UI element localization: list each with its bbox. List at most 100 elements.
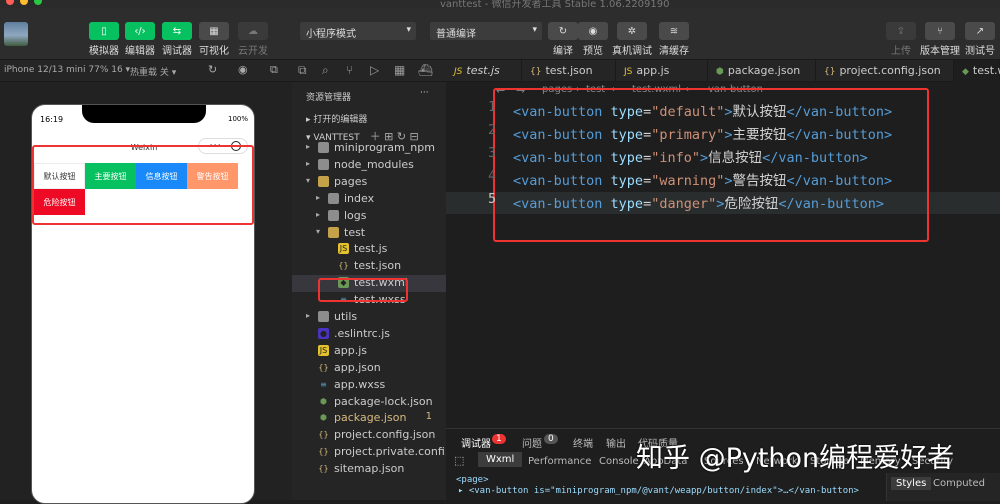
editor-tab[interactable]: JS app.js xyxy=(616,60,708,82)
file-tree-item[interactable]: {} test.json xyxy=(292,258,446,275)
file-tree-item[interactable]: {} sitemap.json xyxy=(292,461,446,478)
phone-icon: ▯ xyxy=(89,22,119,40)
tab-terminal[interactable]: 终端 xyxy=(573,435,593,450)
code-line[interactable]: <van-button type="info">信息按钮</van-button… xyxy=(513,146,868,166)
file-tree-item[interactable]: ▾ test xyxy=(292,225,446,242)
docker-icon[interactable]: ⛴ xyxy=(418,63,433,77)
git-icon[interactable]: ⑂ xyxy=(346,63,353,77)
tab-performance[interactable]: Performance xyxy=(528,456,591,467)
extensions-icon[interactable]: ▦ xyxy=(394,63,405,77)
json-icon: {} xyxy=(318,464,329,474)
chevron-down-icon[interactable]: ▾ xyxy=(306,176,310,185)
stop-icon[interactable]: ◉ xyxy=(238,63,248,76)
close-window-button[interactable] xyxy=(6,0,14,5)
chevron-right-icon[interactable]: ▸ xyxy=(306,142,310,151)
more-icon[interactable]: ··· xyxy=(420,88,429,98)
visual-button[interactable]: ▦ 可视化 xyxy=(192,22,236,57)
editor-tab[interactable]: {} project.config.json xyxy=(816,60,954,82)
folder-icon xyxy=(328,192,339,204)
code-editor[interactable]: 1 <van-button type="default">默认按钮</van-bu… xyxy=(446,88,1000,428)
editor-tabs: JS test.js{} test.json JS app.js ⬢ package.jso… xyxy=(446,60,1000,82)
file-tree-item[interactable]: ▸ utils xyxy=(292,309,446,326)
file-tree-item[interactable]: {} project.private.confi... xyxy=(292,444,446,461)
code-line[interactable]: <van-button type="danger">危险按钮</van-butt… xyxy=(513,192,884,212)
zoom-window-button[interactable] xyxy=(34,0,42,5)
upload-button[interactable]: ⇪ 上传 xyxy=(879,22,923,57)
editor-tab[interactable]: ◆test.w xyxy=(954,60,1000,82)
tab-console[interactable]: Console xyxy=(599,456,639,467)
hotreload-select[interactable]: 热重载 关 ▾ xyxy=(130,65,176,78)
editor-tab[interactable]: JS test.js xyxy=(446,60,522,82)
highlight-box-preview xyxy=(32,145,254,225)
debug-count-badge: 1 xyxy=(492,434,506,444)
real-debug-button[interactable]: ✲ 真机调试 xyxy=(610,22,654,57)
chevron-right-icon[interactable]: ▸ xyxy=(316,210,320,219)
chevron-right-icon[interactable]: ▸ xyxy=(306,159,310,168)
compile-select[interactable]: 普通编译 xyxy=(430,22,542,40)
chevron-right-icon[interactable]: ▸ xyxy=(316,193,320,202)
file-tree-item[interactable]: ⬢ package.json 1 xyxy=(292,410,446,427)
version-button[interactable]: ⑂ 版本管理 xyxy=(918,22,962,57)
chevron-right-icon[interactable]: ▸ xyxy=(306,311,310,320)
layers-icon: ≋ xyxy=(659,22,689,40)
file-tree-item[interactable]: JS test.js xyxy=(292,241,446,258)
upload-icon: ⇪ xyxy=(886,22,916,40)
file-tree-label: app.json xyxy=(334,360,381,374)
file-tree-item[interactable]: ▸ node_modules xyxy=(292,157,446,174)
inspect-icon[interactable]: ⬚ xyxy=(454,454,464,467)
file-tree-item[interactable]: JS app.js xyxy=(292,343,446,360)
folder-icon xyxy=(328,209,339,221)
tab-issues[interactable]: 问题 xyxy=(522,435,542,450)
open-editors-section[interactable]: ▸ 打开的编辑器 xyxy=(306,112,367,125)
line-number: 5 xyxy=(488,192,496,207)
dom-page-node[interactable]: <page> xyxy=(456,475,489,485)
tab-styles[interactable]: Styles xyxy=(891,477,932,490)
mode-select[interactable]: 小程序模式 xyxy=(300,22,416,40)
file-tree-item[interactable]: ▸ miniprogram_npm xyxy=(292,140,446,157)
file-tree-item[interactable]: {} app.json xyxy=(292,360,446,377)
styles-pane: Styles Computed xyxy=(886,473,1000,501)
json-icon: {} xyxy=(318,362,329,372)
window-title: vanttest - 微信开发者工具 Stable 1.06.2209190 xyxy=(440,0,670,8)
code-line[interactable]: <van-button type="default">默认按钮</van-but… xyxy=(513,100,892,120)
minimize-window-button[interactable] xyxy=(20,0,28,5)
explorer-panel: 资源管理器 ··· ▸ 打开的编辑器 ▾ VANTTEST ＋ ⊞ ↻ ⊟ ▸ mi… xyxy=(292,82,446,500)
preview-button[interactable]: ◉ 预览 xyxy=(571,22,615,57)
editor-tab-label: test.js xyxy=(466,64,500,77)
external-icon: ↗ xyxy=(965,22,995,40)
clear-cache-button[interactable]: ≋ 清缓存 xyxy=(652,22,696,57)
file-tree-item[interactable]: ≡ app.wxss xyxy=(292,377,446,394)
rotate-icon[interactable]: ↻ xyxy=(208,63,217,76)
tab-wxml[interactable]: Wxml xyxy=(478,452,523,467)
cloud-button[interactable]: ☁ 云开发 xyxy=(231,22,275,57)
code-line[interactable]: <van-button type="primary">主要按钮</van-but… xyxy=(513,123,892,143)
folder-open-icon xyxy=(328,226,339,238)
status-battery: 100% xyxy=(227,115,248,123)
main-toolbar: ▯模拟器 ‹/›编辑器 ⇆调试器 ▦可视化 ☁云开发 小程序模式 普通编译 ↻编… xyxy=(0,8,1000,60)
tab-debugger[interactable]: 调试器 xyxy=(461,435,491,450)
editor-tab[interactable]: {} test.json xyxy=(522,60,616,82)
avatar[interactable] xyxy=(4,22,28,46)
file-tree-item[interactable]: ▾ pages xyxy=(292,174,446,191)
popout-icon[interactable]: ⧉ xyxy=(270,63,278,77)
file-tree-item[interactable]: ▸ index xyxy=(292,191,446,208)
file-tree-item[interactable]: ● .eslintrc.js xyxy=(292,326,446,343)
code-line[interactable]: <van-button type="warning">警告按钮</van-but… xyxy=(513,169,892,189)
tab-computed[interactable]: Computed xyxy=(933,478,985,489)
test-account-button[interactable]: ↗ 测试号 xyxy=(958,22,1000,57)
device-select[interactable]: iPhone 12/13 mini 77% 16 ▾ xyxy=(4,65,130,75)
files-icon[interactable]: ⧉ xyxy=(298,63,307,78)
simulator-bar: iPhone 12/13 mini 77% 16 ▾ 热重载 关 ▾ ↻ ◉ ⧉ xyxy=(0,60,292,82)
debug-icon[interactable]: ▷ xyxy=(370,63,379,77)
explorer-title: 资源管理器 xyxy=(306,93,352,103)
editor-tab-label: app.js xyxy=(636,64,670,77)
tab-output[interactable]: 输出 xyxy=(606,435,626,450)
editor-tab[interactable]: ⬢ package.json xyxy=(708,60,816,82)
dom-button-node[interactable]: ▸ <van-button is="miniprogram_npm/@vant/… xyxy=(458,486,882,496)
chevron-down-icon[interactable]: ▾ xyxy=(316,227,320,236)
file-tree-label: pages xyxy=(334,174,368,188)
file-tree-item[interactable]: ⬢ package-lock.json xyxy=(292,394,446,411)
search-icon[interactable]: ⌕ xyxy=(322,63,329,78)
file-tree-item[interactable]: {} project.config.json xyxy=(292,427,446,444)
file-tree-item[interactable]: ▸ logs xyxy=(292,208,446,225)
